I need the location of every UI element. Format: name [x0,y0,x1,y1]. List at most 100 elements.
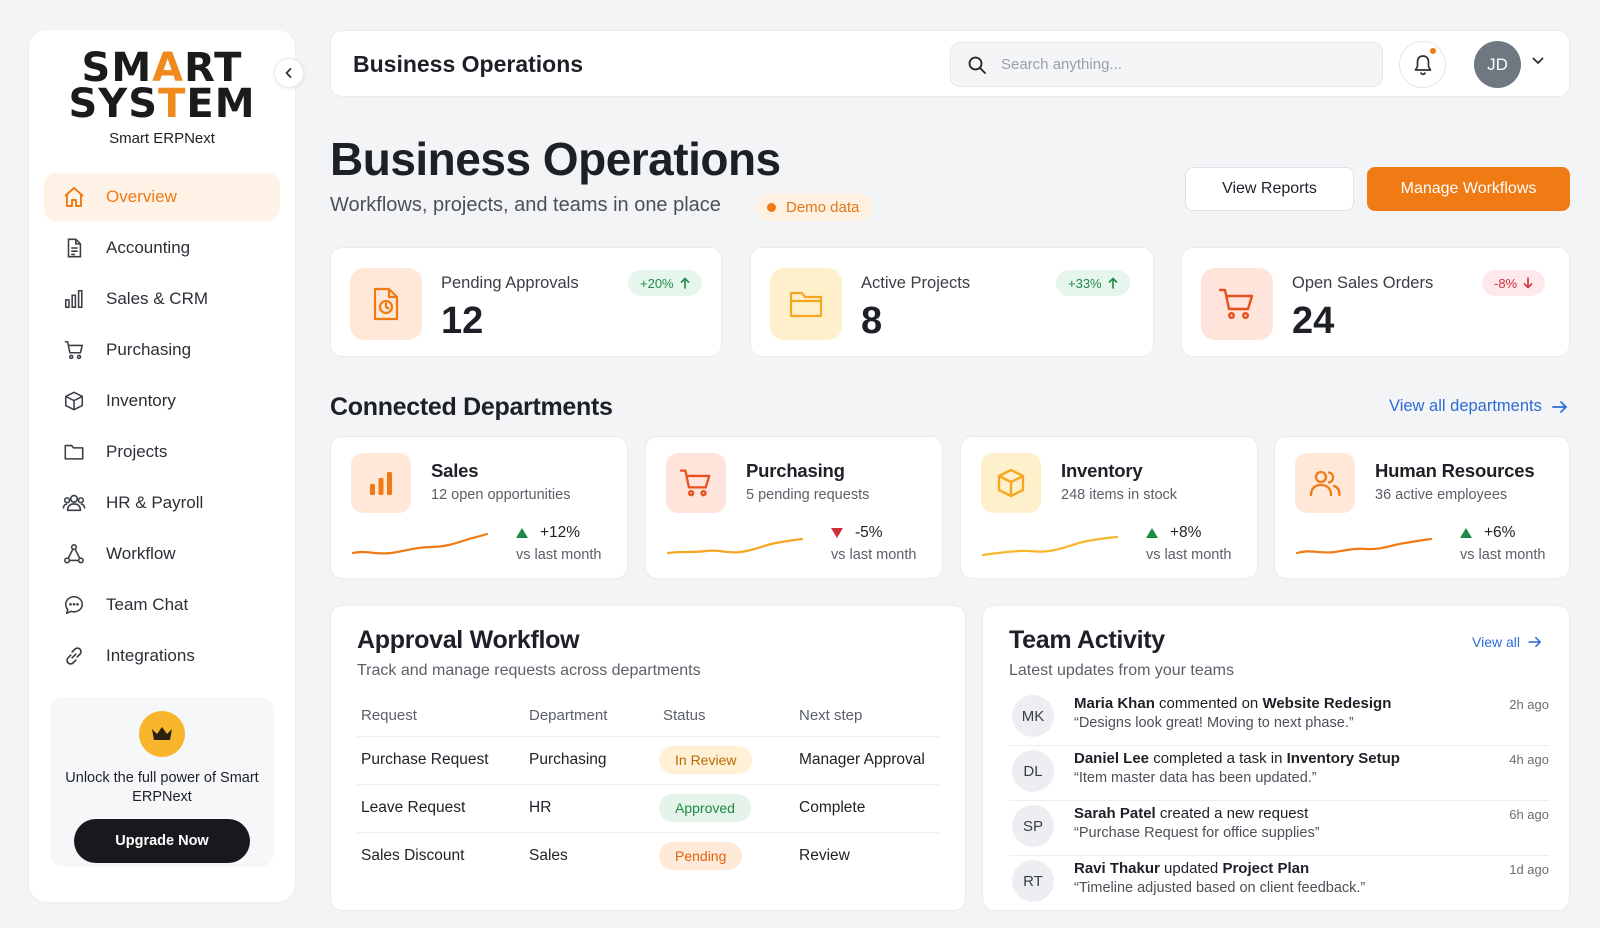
status-cell: In Review [659,736,795,785]
sidebar-item-workflow[interactable]: Workflow [44,530,280,578]
stat-card-open-sales-orders[interactable]: Open Sales Orders 24 -8% [1181,247,1570,357]
trend-up-icon [516,528,528,538]
sidebar-item-team-chat[interactable]: Team Chat [44,581,280,629]
cart-icon [666,453,726,513]
table-row[interactable]: Leave Request HR Approved Complete [357,784,939,833]
brand-logo[interactable]: SMART SYSTEM Smart ERPNext [29,45,295,147]
sidebar-item-sales-crm[interactable]: Sales & CRM [44,275,280,323]
request-cell: Purchase Request [357,736,525,785]
stat-value: 24 [1292,300,1335,342]
arrow-up-icon [680,277,689,289]
activity-summary: Maria Khan commented on Website Redesign [1074,695,1391,712]
activity-quote: “Timeline adjusted based on client feedb… [1074,880,1366,896]
sidebar-item-label: Team Chat [106,595,189,614]
panel-subtitle: Latest updates from your teams [1009,662,1234,679]
view-all-departments-link[interactable]: View all departments [1389,397,1568,416]
arrow-right-icon [1552,400,1568,413]
activity-item[interactable]: RT Ravi Thakur updated Project Plan “Tim… [1009,856,1549,911]
sidebar-item-integrations[interactable]: Integrations [44,632,280,680]
department-cell: Purchasing [525,736,659,785]
sidebar-nav: Overview Accounting Sales & CRM Purchasi… [44,173,280,683]
column-header: Next step [795,696,939,737]
avatar: RT [1012,860,1054,902]
status-cell: Approved [659,784,795,833]
stat-card-active-projects[interactable]: Active Projects 8 +33% [750,247,1154,357]
notifications-button[interactable] [1399,41,1446,88]
activity-summary: Sarah Patel created a new request [1074,805,1308,822]
team-activity-panel: Team Activity Latest updates from your t… [982,605,1570,911]
arrow-right-icon [1528,636,1542,648]
cart-icon [1201,268,1273,340]
avatar: SP [1012,805,1054,847]
department-name: Sales [431,460,479,481]
notification-dot [1428,46,1438,56]
department-card-sales[interactable]: Sales 12 open opportunities +12% vs last… [330,436,628,579]
stat-change-badge: -8% [1482,270,1546,296]
search-box[interactable] [950,42,1383,87]
approval-table: Request Department Status Next step Purc… [357,696,939,880]
department-card-inventory[interactable]: Inventory 248 items in stock +8% vs last… [960,436,1258,579]
activity-item[interactable]: DL Daniel Lee completed a task in Invent… [1009,746,1549,801]
comparison-label: vs last month [831,547,917,563]
sidebar-item-accounting[interactable]: Accounting [44,224,280,272]
sidebar-item-label: Inventory [106,391,176,410]
search-icon [968,56,986,74]
stat-card-pending-approvals[interactable]: Pending Approvals 12 +20% [330,247,722,357]
badge-dot [767,202,776,212]
cart-icon [61,337,87,363]
sparkline [666,537,804,555]
workflow-icon [61,541,87,567]
bar-chart-icon [61,286,87,312]
badge-label: Demo data [786,198,860,216]
sidebar-item-projects[interactable]: Projects [44,428,280,476]
sidebar-item-inventory[interactable]: Inventory [44,377,280,425]
panel-title: Team Activity [1009,626,1165,654]
logo-mark: SMART SYSTEM [68,45,256,127]
stat-label: Active Projects [861,274,971,292]
department-detail: 12 open opportunities [431,487,571,503]
approval-workflow-panel: Approval Workflow Track and manage reque… [330,605,966,911]
trend-up-icon [1146,528,1158,538]
sidebar-item-hr-payroll[interactable]: HR & Payroll [44,479,280,527]
comparison-label: vs last month [516,547,602,563]
avatar: DL [1012,750,1054,792]
table-row[interactable]: Sales Discount Sales Pending Review [357,832,939,880]
stat-value: 12 [441,300,484,342]
user-avatar[interactable]: JD [1474,41,1521,88]
manage-workflows-button[interactable]: Manage Workflows [1367,167,1570,211]
search-input[interactable] [1001,56,1361,73]
department-change: +8% [1146,524,1201,542]
activity-target: Inventory Setup [1286,750,1400,767]
department-name: Human Resources [1375,460,1535,481]
panel-title: Approval Workflow [357,626,580,654]
department-name: Inventory [1061,460,1143,481]
activity-time: 4h ago [1509,752,1549,767]
activity-time: 6h ago [1509,807,1549,822]
change-value: +6% [1484,524,1516,541]
sidebar-item-purchasing[interactable]: Purchasing [44,326,280,374]
view-all-activity-link[interactable]: View all [1472,634,1542,650]
arrow-down-icon [1523,277,1533,289]
request-cell: Leave Request [357,784,525,833]
department-change: +12% [516,524,580,542]
activity-item[interactable]: MK Maria Khan commented on Website Redes… [1009,691,1549,746]
department-change: +6% [1460,524,1515,542]
activity-item[interactable]: SP Sarah Patel created a new request “Pu… [1009,801,1549,856]
panel-subtitle: Track and manage requests across departm… [357,662,701,679]
home-icon [61,184,87,210]
upgrade-now-button[interactable]: Upgrade Now [74,819,250,863]
department-card-human-resources[interactable]: Human Resources 36 active employees +6% … [1274,436,1570,579]
collapse-sidebar-button[interactable] [274,58,304,88]
chat-icon [61,592,87,618]
sidebar-item-label: Sales & CRM [106,289,209,308]
department-card-purchasing[interactable]: Purchasing 5 pending requests -5% vs las… [645,436,943,579]
view-reports-button[interactable]: View Reports [1185,167,1354,211]
status-badge: In Review [659,746,753,774]
chevron-down-icon[interactable] [1531,54,1545,68]
next-step-cell: Review [799,847,850,865]
sidebar-item-overview[interactable]: Overview [44,173,280,221]
folder-icon [61,439,87,465]
column-header: Request [357,696,525,737]
table-row[interactable]: Purchase Request Purchasing In Review Ma… [357,736,939,785]
activity-summary: Ravi Thakur updated Project Plan [1074,860,1309,877]
